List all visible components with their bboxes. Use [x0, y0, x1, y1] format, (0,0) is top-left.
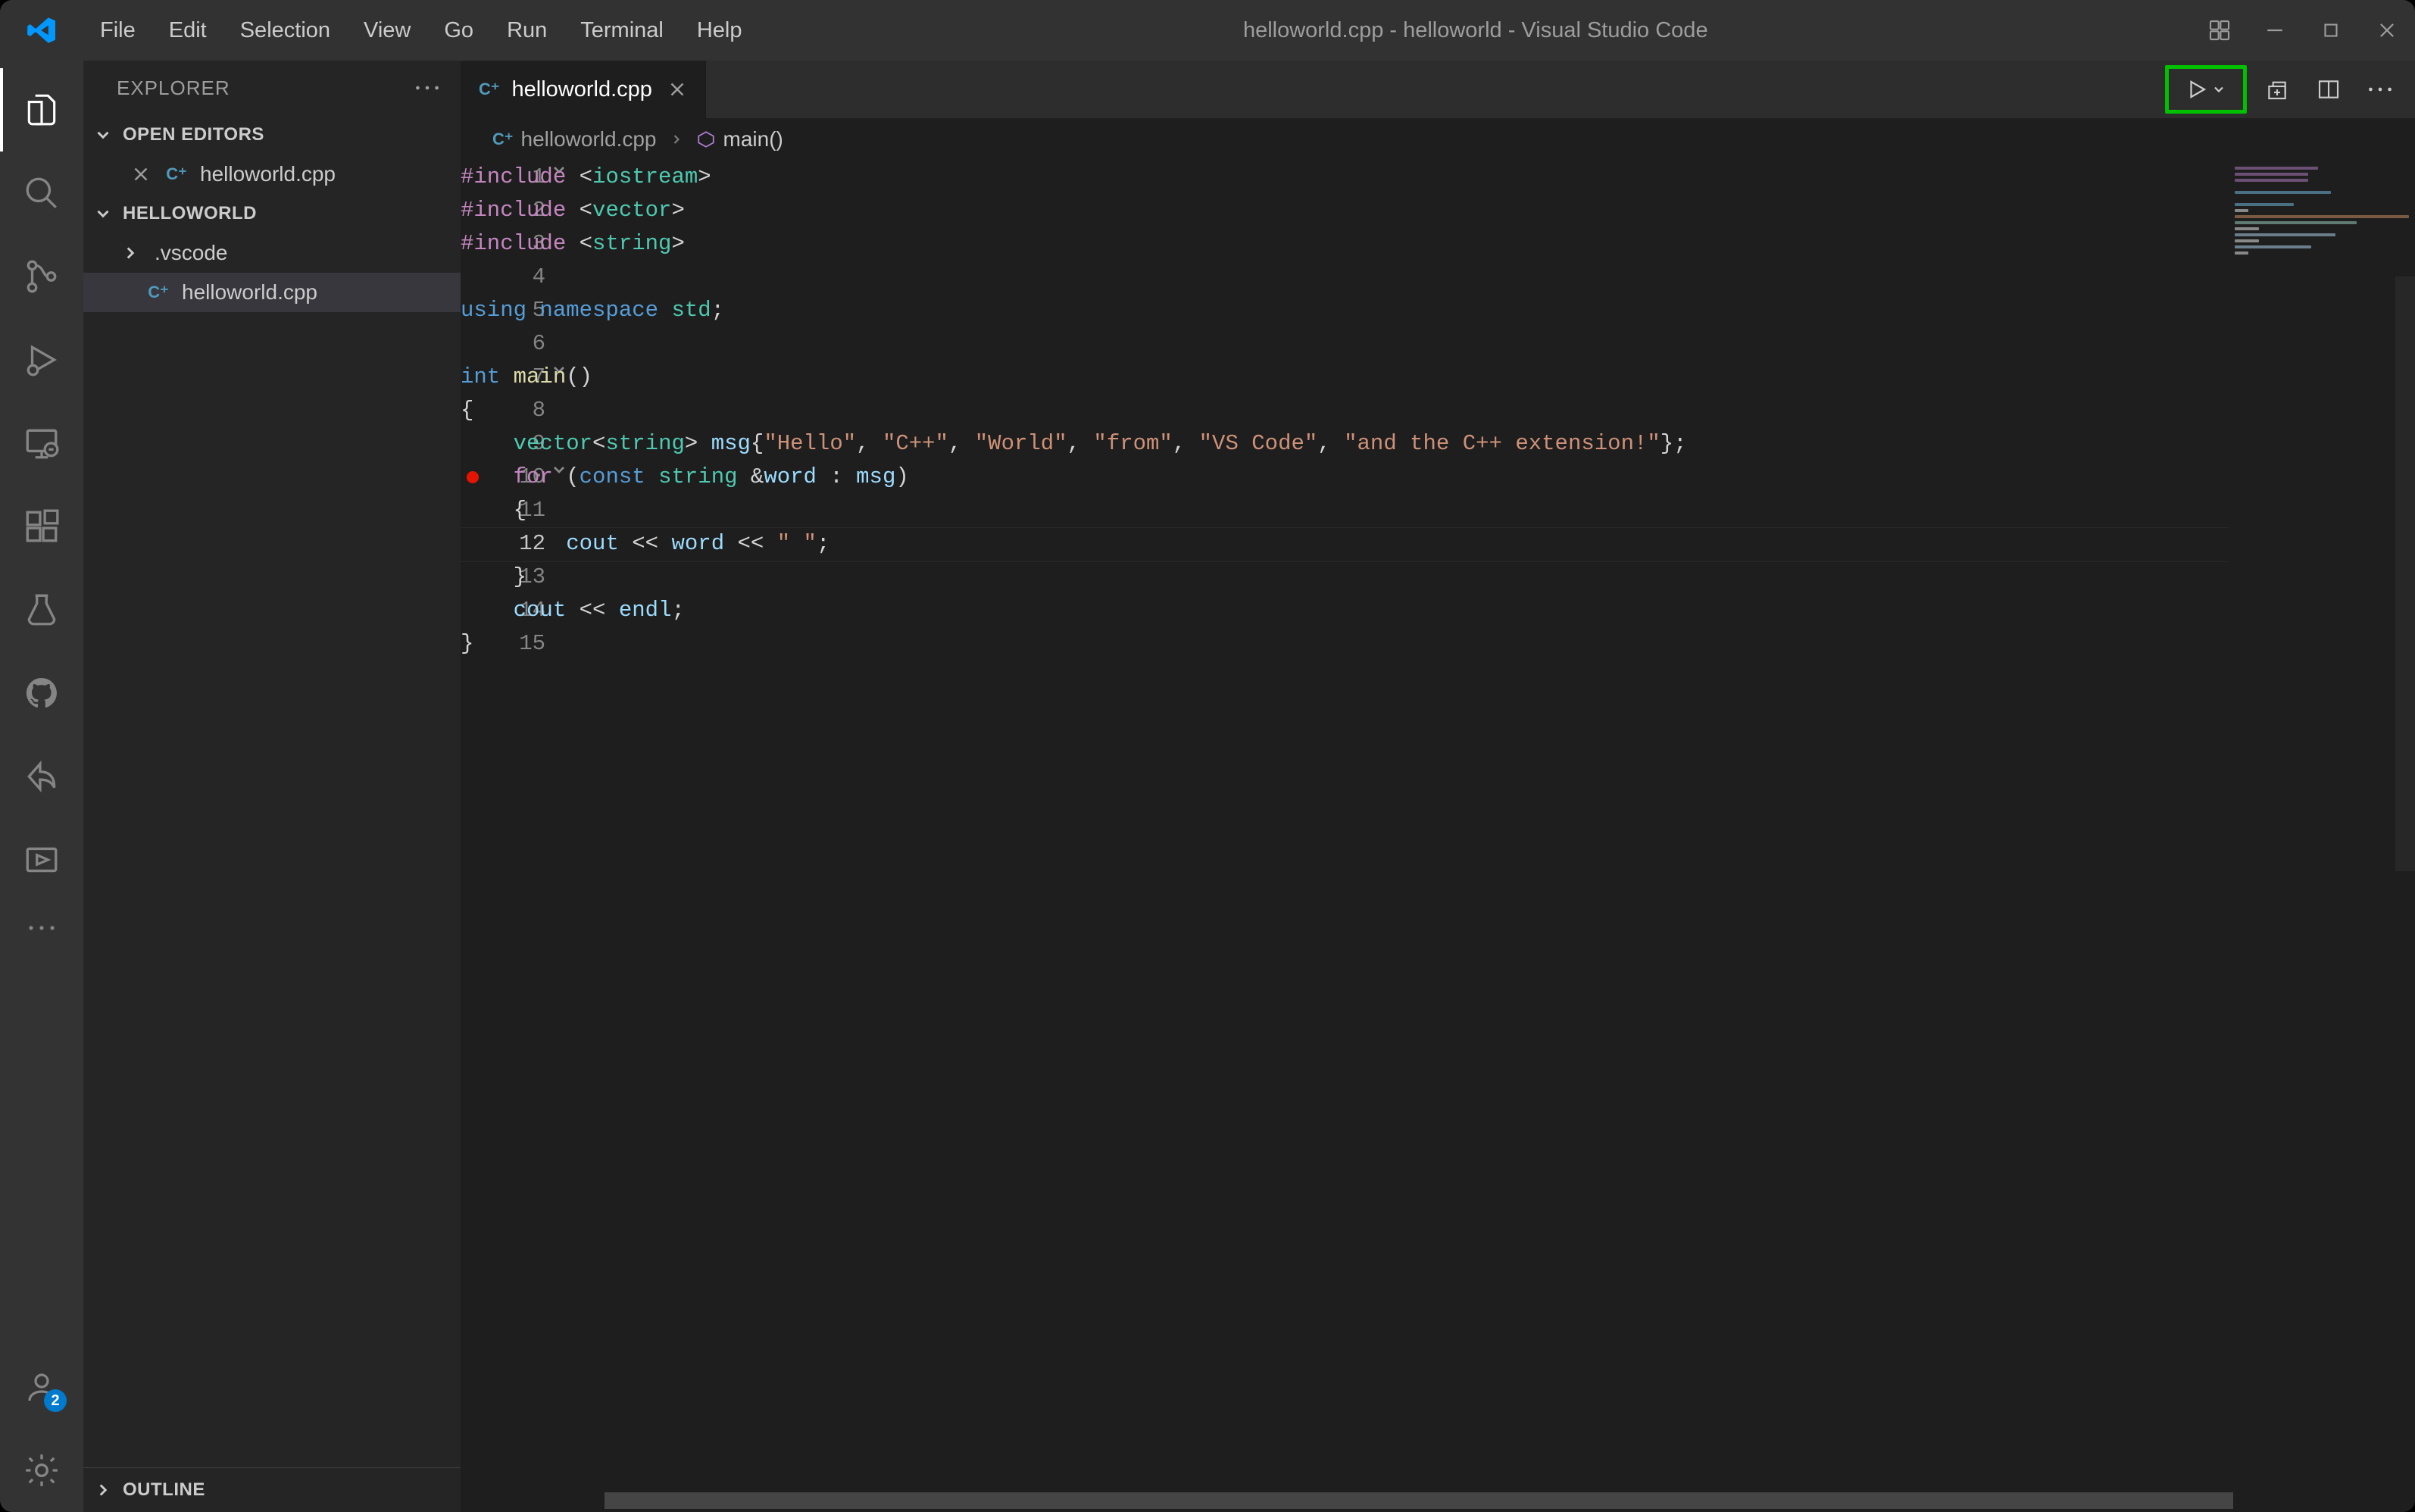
code-line[interactable]: using namespace std; — [461, 294, 2229, 327]
code-line[interactable]: { — [461, 494, 2229, 527]
window-minimize-button[interactable] — [2247, 0, 2303, 61]
run-button-highlight — [2165, 65, 2247, 114]
title-bar[interactable]: File Edit Selection View Go Run Terminal… — [0, 0, 2415, 61]
chevron-right-icon — [664, 132, 689, 147]
editor-action-split[interactable] — [2303, 61, 2354, 118]
code-line[interactable]: #include <string> — [461, 227, 2229, 261]
code-line[interactable]: cout << endl; — [461, 594, 2229, 627]
breadcrumb-file[interactable]: helloworld.cpp — [521, 127, 657, 152]
chevron-down-icon — [89, 204, 117, 223]
run-button[interactable] — [2185, 78, 2208, 101]
code-line[interactable] — [461, 261, 2229, 294]
tree-file-helloworld[interactable]: C⁺ helloworld.cpp — [83, 273, 461, 312]
tree-file-label: helloworld.cpp — [182, 280, 317, 305]
explorer-sidebar: EXPLORER OPEN EDITORS C⁺ helloworld.cpp — [83, 61, 461, 1512]
window-title: helloworld.cpp - helloworld - Visual Stu… — [759, 18, 2192, 43]
editor-area: C⁺ helloworld.cpp — [461, 61, 2415, 1512]
activity-overflow[interactable] — [0, 901, 83, 954]
activity-settings[interactable] — [0, 1429, 83, 1512]
activity-remote-explorer[interactable] — [0, 401, 83, 485]
tree-folder-label: .vscode — [155, 241, 228, 265]
activity-extensions[interactable] — [0, 485, 83, 568]
cpp-file-icon: C⁺ — [479, 80, 500, 99]
activity-run-debug[interactable] — [0, 318, 83, 401]
menu-terminal[interactable]: Terminal — [564, 0, 680, 61]
open-editors-header[interactable]: OPEN EDITORS — [83, 115, 461, 155]
open-editor-item[interactable]: C⁺ helloworld.cpp — [83, 155, 461, 194]
window-maximize-button[interactable] — [2303, 0, 2359, 61]
outline-header[interactable]: OUTLINE — [83, 1467, 461, 1512]
code-line[interactable]: for (const string &word : msg) — [461, 461, 2229, 494]
tab-filename: helloworld.cpp — [512, 77, 652, 102]
breadcrumb[interactable]: C⁺ helloworld.cpp main() — [461, 118, 2415, 161]
open-editors-label: OPEN EDITORS — [123, 124, 264, 145]
activity-github[interactable] — [0, 651, 83, 735]
close-editor-button[interactable] — [129, 162, 153, 186]
editor-action-more[interactable] — [2354, 61, 2406, 118]
activity-testing[interactable] — [0, 568, 83, 651]
menu-view[interactable]: View — [347, 0, 427, 61]
customize-layout-button[interactable] — [2192, 0, 2247, 61]
code-editor[interactable]: 1#include <iostream>2#include <vector>3#… — [461, 161, 2229, 1512]
code-line[interactable]: vector<string> msg{"Hello", "C++", "Worl… — [461, 427, 2229, 461]
window-close-button[interactable] — [2359, 0, 2415, 61]
chevron-right-icon — [89, 1480, 117, 1500]
menu-edit[interactable]: Edit — [152, 0, 223, 61]
editor-actions — [2165, 61, 2415, 118]
cpp-file-icon: C⁺ — [164, 164, 189, 184]
editor-tab-bar: C⁺ helloworld.cpp — [461, 61, 2415, 118]
symbol-method-icon — [696, 130, 716, 149]
outline-label: OUTLINE — [123, 1479, 205, 1501]
editor-tab[interactable]: C⁺ helloworld.cpp — [461, 61, 706, 118]
horizontal-scrollbar[interactable] — [605, 1492, 2233, 1509]
tree-folder-vscode[interactable]: .vscode — [83, 233, 461, 273]
code-line[interactable]: { — [461, 394, 2229, 427]
activity-explorer[interactable] — [0, 68, 83, 152]
cpp-file-icon: C⁺ — [145, 283, 171, 302]
explorer-header: EXPLORER — [83, 61, 461, 115]
breadcrumb-symbol[interactable]: main() — [723, 127, 783, 152]
explorer-title: EXPLORER — [117, 77, 230, 100]
menu-help[interactable]: Help — [680, 0, 759, 61]
code-line[interactable]: #include <vector> — [461, 194, 2229, 227]
chevron-down-icon — [89, 125, 117, 145]
code-line[interactable]: } — [461, 627, 2229, 661]
activity-source-control[interactable] — [0, 235, 83, 318]
vertical-scrollbar-overview[interactable] — [2395, 276, 2415, 871]
activity-project-manager[interactable] — [0, 818, 83, 901]
open-editor-filename: helloworld.cpp — [200, 162, 336, 186]
window-controls — [2247, 0, 2415, 61]
explorer-more-button[interactable] — [414, 82, 441, 94]
menu-bar: File Edit Selection View Go Run Terminal… — [83, 0, 759, 61]
activity-search[interactable] — [0, 152, 83, 235]
code-line[interactable] — [461, 327, 2229, 361]
workspace-label: HELLOWORLD — [123, 203, 257, 224]
activity-accounts[interactable]: 2 — [0, 1345, 83, 1429]
code-line[interactable]: #include <iostream> — [461, 161, 2229, 194]
run-dropdown-button[interactable] — [2211, 82, 2226, 97]
chevron-right-icon — [117, 243, 144, 263]
minimap[interactable] — [2229, 161, 2415, 1512]
menu-run[interactable]: Run — [490, 0, 564, 61]
workspace-header[interactable]: HELLOWORLD — [83, 194, 461, 233]
tab-close-button[interactable] — [664, 77, 690, 102]
menu-selection[interactable]: Selection — [223, 0, 347, 61]
cpp-file-icon: C⁺ — [492, 130, 514, 149]
menu-file[interactable]: File — [83, 0, 152, 61]
accounts-badge: 2 — [44, 1389, 67, 1412]
vscode-window: File Edit Selection View Go Run Terminal… — [0, 0, 2415, 1512]
menu-go[interactable]: Go — [427, 0, 490, 61]
editor-action-diff[interactable] — [2251, 61, 2303, 118]
activity-liveshare[interactable] — [0, 735, 83, 818]
vscode-logo-icon — [0, 15, 83, 45]
activity-bar: 2 — [0, 61, 83, 1512]
code-line[interactable]: cout << word << " "; — [461, 527, 2229, 561]
code-line[interactable]: } — [461, 561, 2229, 594]
code-line[interactable]: int main() — [461, 361, 2229, 394]
